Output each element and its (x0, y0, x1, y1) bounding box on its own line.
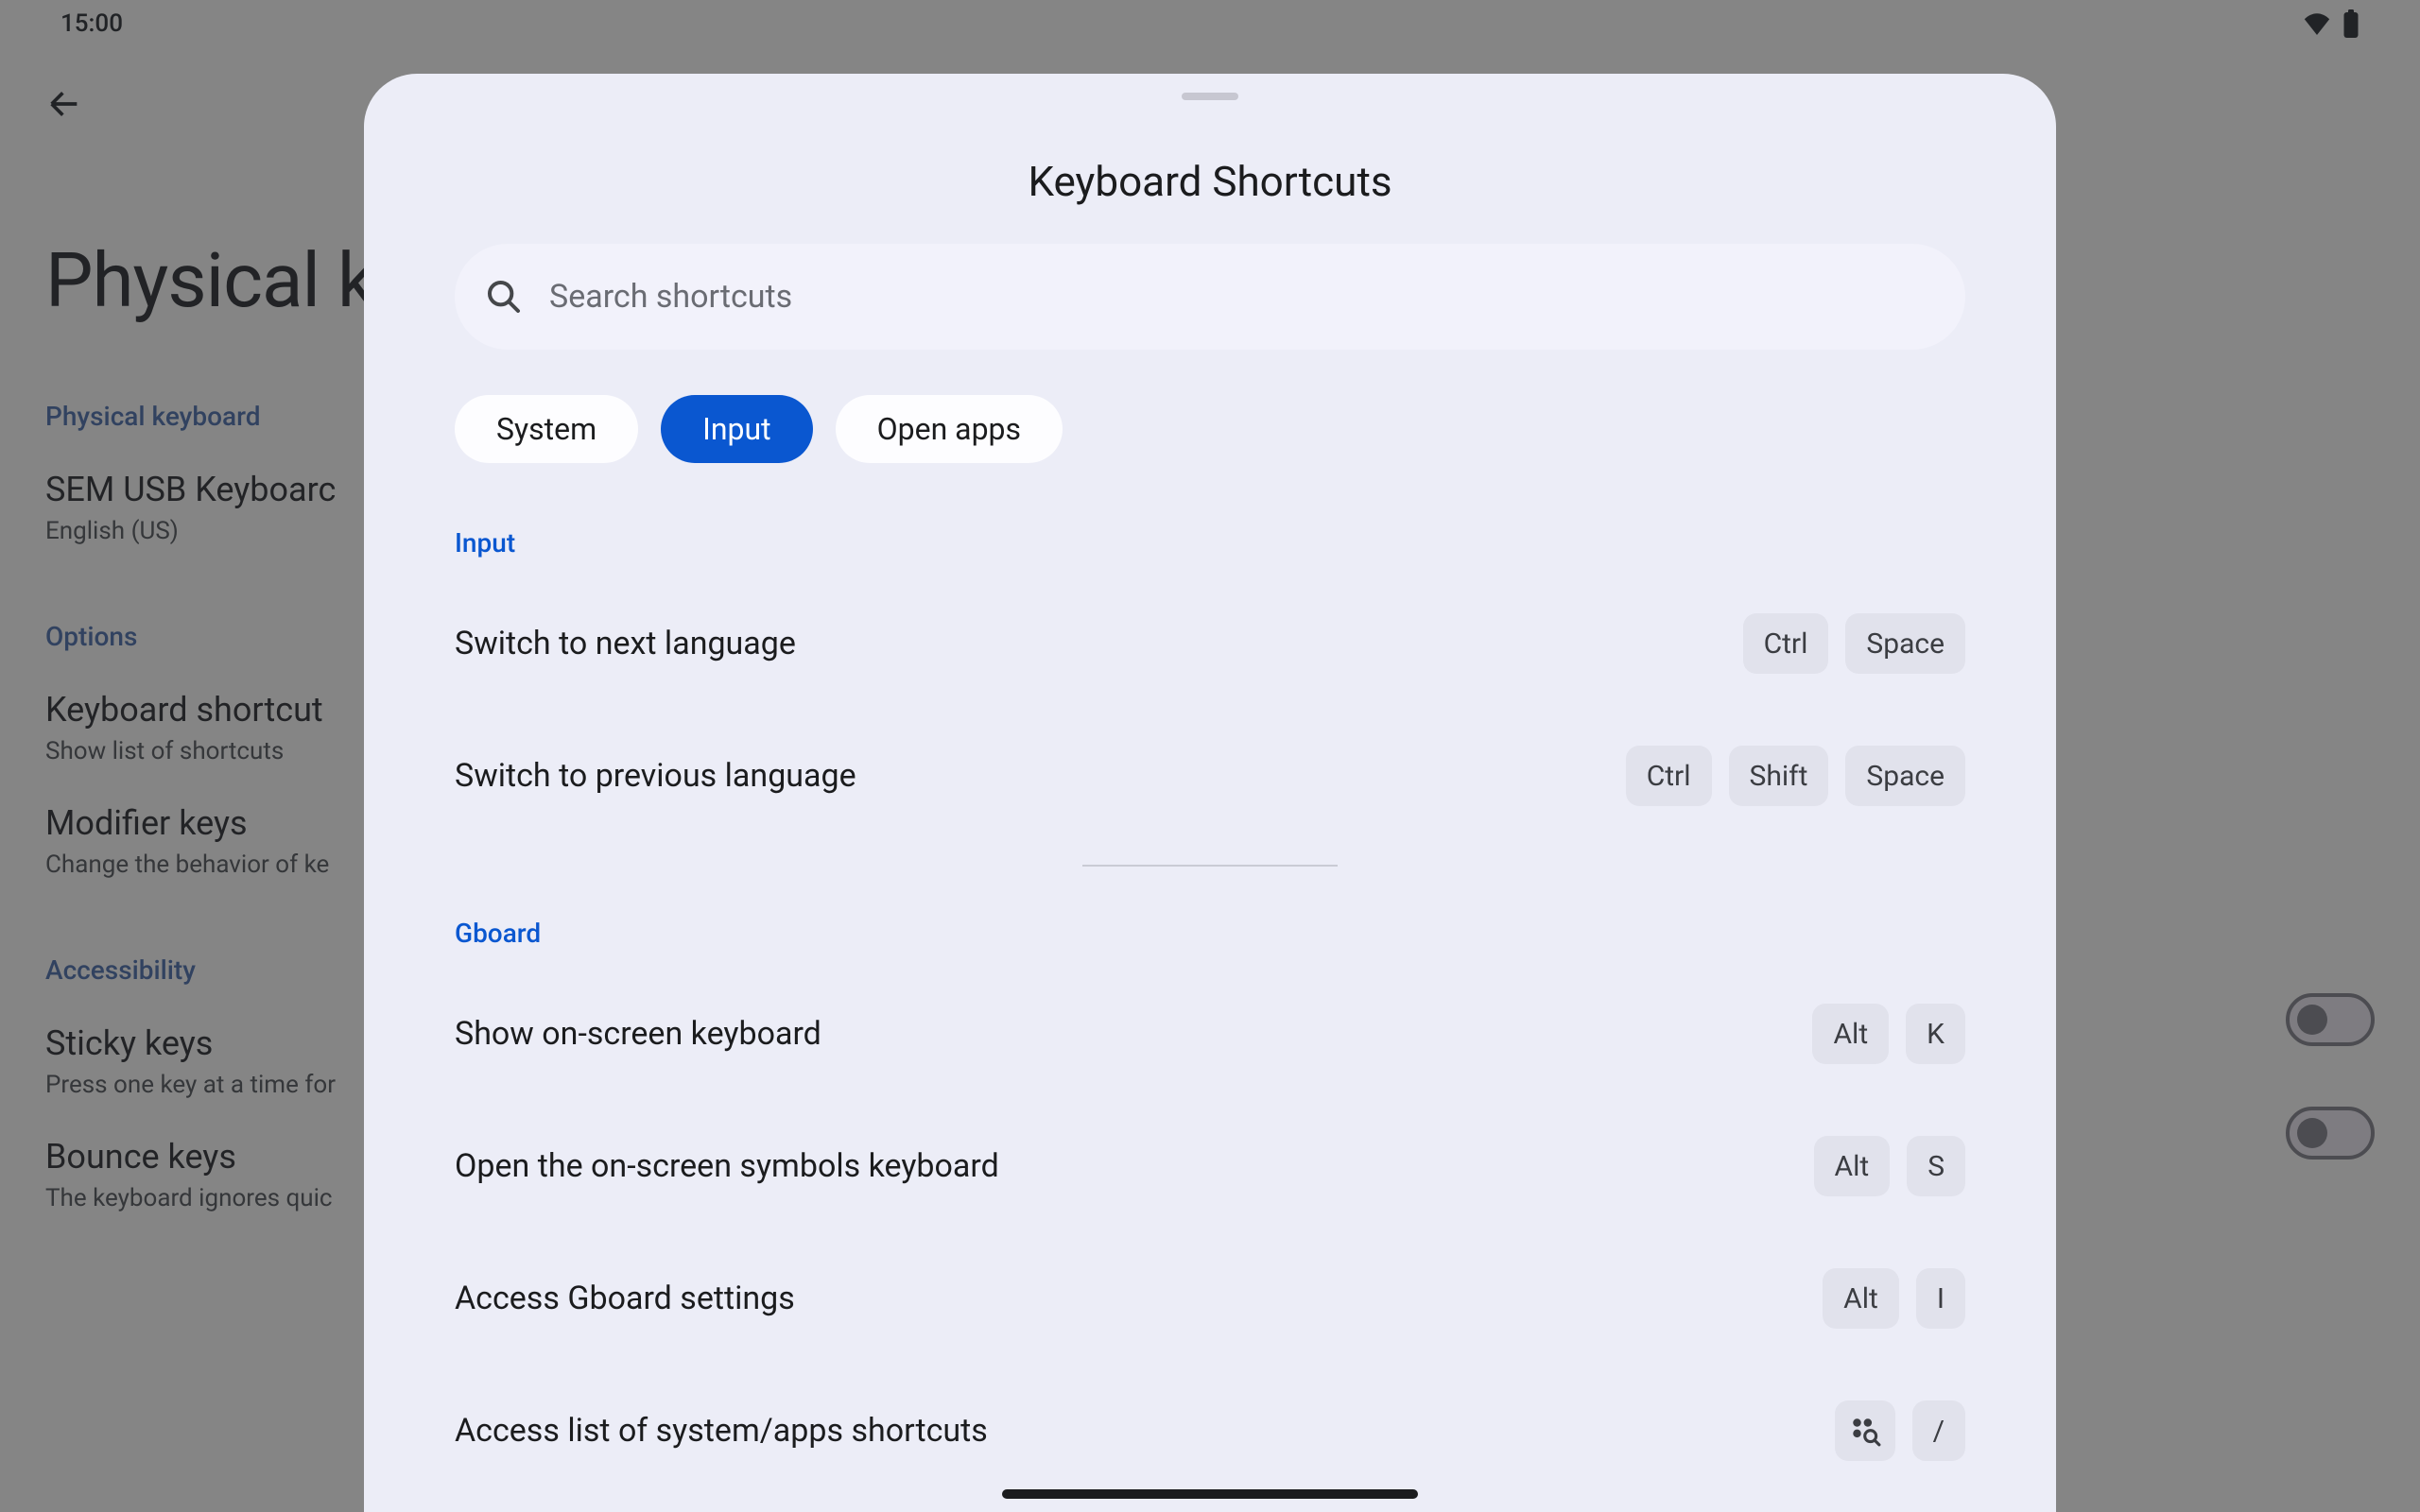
key-ctrl: Ctrl (1743, 613, 1829, 674)
sheet-title: Keyboard Shortcuts (364, 100, 2056, 244)
shortcut-label: Access list of system/apps shortcuts (455, 1412, 988, 1450)
key-shift: Shift (1729, 746, 1829, 806)
key-space: Space (1845, 613, 1965, 674)
key-k: K (1906, 1004, 1965, 1064)
key-space: Space (1845, 746, 1965, 806)
shortcut-label: Switch to previous language (455, 757, 856, 795)
shortcut-keys: / (1835, 1400, 1965, 1461)
search-input[interactable] (549, 278, 1935, 316)
shortcut-row: Open the on-screen symbols keyboard Alt S (455, 1100, 1965, 1232)
key-/: / (1912, 1400, 1965, 1461)
nav-gesture-bar[interactable] (1002, 1489, 1418, 1499)
shortcut-keys: Alt K (1812, 1004, 1965, 1064)
tab-input[interactable]: Input (661, 395, 812, 463)
shortcut-label: Switch to next language (455, 625, 796, 662)
section-label-input: Input (455, 486, 1965, 577)
key-s: S (1907, 1136, 1965, 1196)
launcher-key-icon (1835, 1400, 1895, 1461)
shortcut-keys: Ctrl Space (1743, 613, 1965, 674)
shortcut-label: Open the on-screen symbols keyboard (455, 1147, 999, 1185)
shortcut-label: Show on-screen keyboard (455, 1015, 821, 1053)
tab-system[interactable]: System (455, 395, 638, 463)
key-alt: Alt (1814, 1136, 1891, 1196)
shortcut-keys: Alt I (1823, 1268, 1965, 1329)
key-i: I (1916, 1268, 1965, 1329)
keyboard-shortcuts-sheet: Keyboard Shortcuts SystemInputOpen apps … (364, 74, 2056, 1512)
section-divider (1082, 865, 1338, 867)
search-shortcuts-field[interactable] (455, 244, 1965, 350)
shortcut-label: Access Gboard settings (455, 1280, 795, 1317)
section-label-gboard: Gboard (455, 876, 1965, 968)
shortcut-row: Switch to previous language Ctrl Shift Spac… (455, 710, 1965, 842)
key-ctrl: Ctrl (1626, 746, 1712, 806)
shortcut-row: Show on-screen keyboard Alt K (455, 968, 1965, 1100)
sheet-drag-handle[interactable] (1182, 93, 1238, 100)
category-tabs: System Input Open apps (455, 350, 1965, 486)
shortcut-row: Access list of system/apps shortcuts / (455, 1365, 1965, 1497)
shortcut-keys: Ctrl Shift Space (1626, 746, 1965, 806)
key-alt: Alt (1823, 1268, 1899, 1329)
key-alt: Alt (1812, 1004, 1889, 1064)
search-icon (485, 278, 523, 316)
shortcut-row: Access Gboard settings Alt I (455, 1232, 1965, 1365)
tab-open-apps[interactable]: Open apps (836, 395, 1063, 463)
shortcut-row: Switch to next language Ctrl Space (455, 577, 1965, 710)
shortcut-keys: Alt S (1814, 1136, 1966, 1196)
